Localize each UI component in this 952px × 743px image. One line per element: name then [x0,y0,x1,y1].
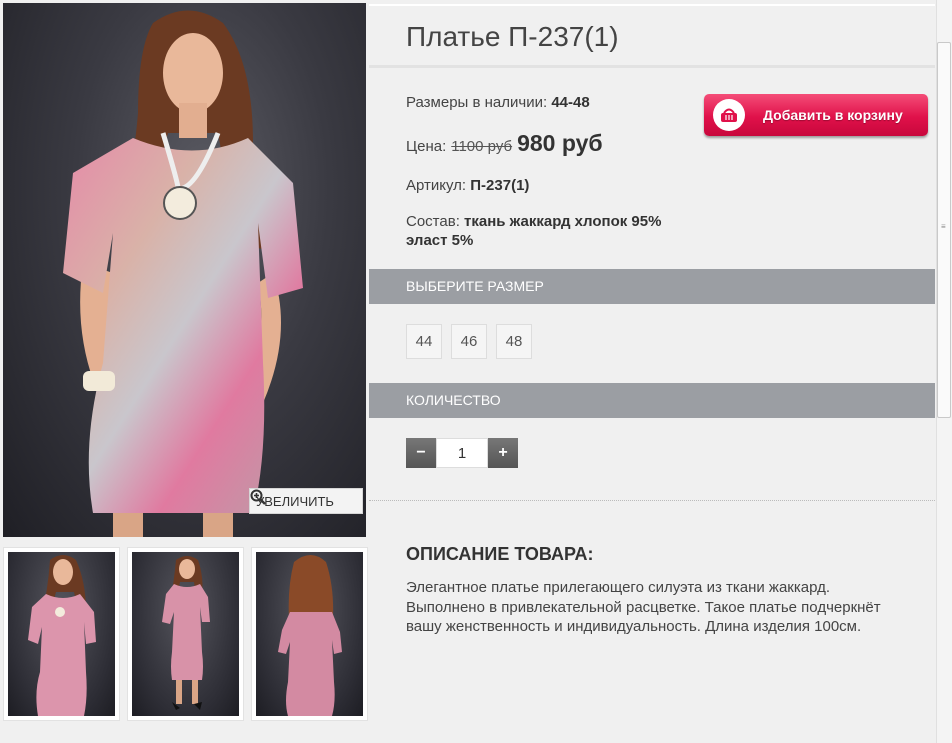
article-row: Артикул: П-237(1) [406,177,529,194]
price-label: Цена: [406,138,447,155]
available-sizes-label: Размеры в наличии: [406,94,548,111]
quantity-input[interactable] [436,438,488,468]
new-price: 980 руб [517,130,603,156]
description-title: ОПИСАНИЕ ТОВАРА: [406,544,594,564]
title-bar: Платье П-237(1) [369,4,935,68]
available-sizes-value: 44-48 [551,94,590,111]
thumbnail-strip [3,547,369,721]
available-sizes: Размеры в наличии: 44-48 [406,94,590,111]
scrollbar-thumb[interactable]: ≡ [937,42,951,418]
zoom-label: УВЕЛИЧИТЬ [256,493,334,509]
increase-quantity-button[interactable]: + [488,438,518,468]
thumbnail-1[interactable] [3,547,120,721]
basket-icon [713,99,745,131]
divider [369,500,935,501]
composition-row: Состав: ткань жаккард хлопок 95% эласт 5… [406,212,706,250]
dress-model-illustration [63,10,303,537]
thumbnail-2[interactable] [127,547,244,721]
size-option-46[interactable]: 46 [451,324,487,359]
add-to-cart-button[interactable]: Добавить в корзину [704,94,928,136]
size-options: 44 46 48 [406,324,532,359]
main-product-photo[interactable]: УВЕЛИЧИТЬ [3,3,366,537]
page-title: Платье П-237(1) [406,21,619,52]
old-price: 1100 руб [451,138,513,155]
description-text: Элегантное платье прилегающего силуэта и… [406,579,881,635]
decrease-quantity-button[interactable]: − [406,438,436,468]
size-option-44[interactable]: 44 [406,324,442,359]
article-label: Артикул: [406,177,467,194]
thumbnail-image [8,552,115,716]
add-to-cart-label: Добавить в корзину [763,107,903,123]
size-section-header: ВЫБЕРИТЕ РАЗМЕР [369,269,935,304]
quantity-section-header: КОЛИЧЕСТВО [369,383,935,418]
composition-label: Состав: [406,213,460,230]
zoom-button[interactable]: УВЕЛИЧИТЬ [249,488,363,514]
magnifier-plus-icon [250,489,266,505]
thumbnail-image [256,552,363,716]
article-value: П-237(1) [470,177,530,194]
quantity-stepper: − + [406,438,518,468]
size-option-48[interactable]: 48 [496,324,532,359]
price-row: Цена: 1100 руб 980 руб [406,130,603,157]
grip-icon: ≡ [941,222,946,231]
thumbnail-3[interactable] [251,547,368,721]
thumbnail-image [132,552,239,716]
